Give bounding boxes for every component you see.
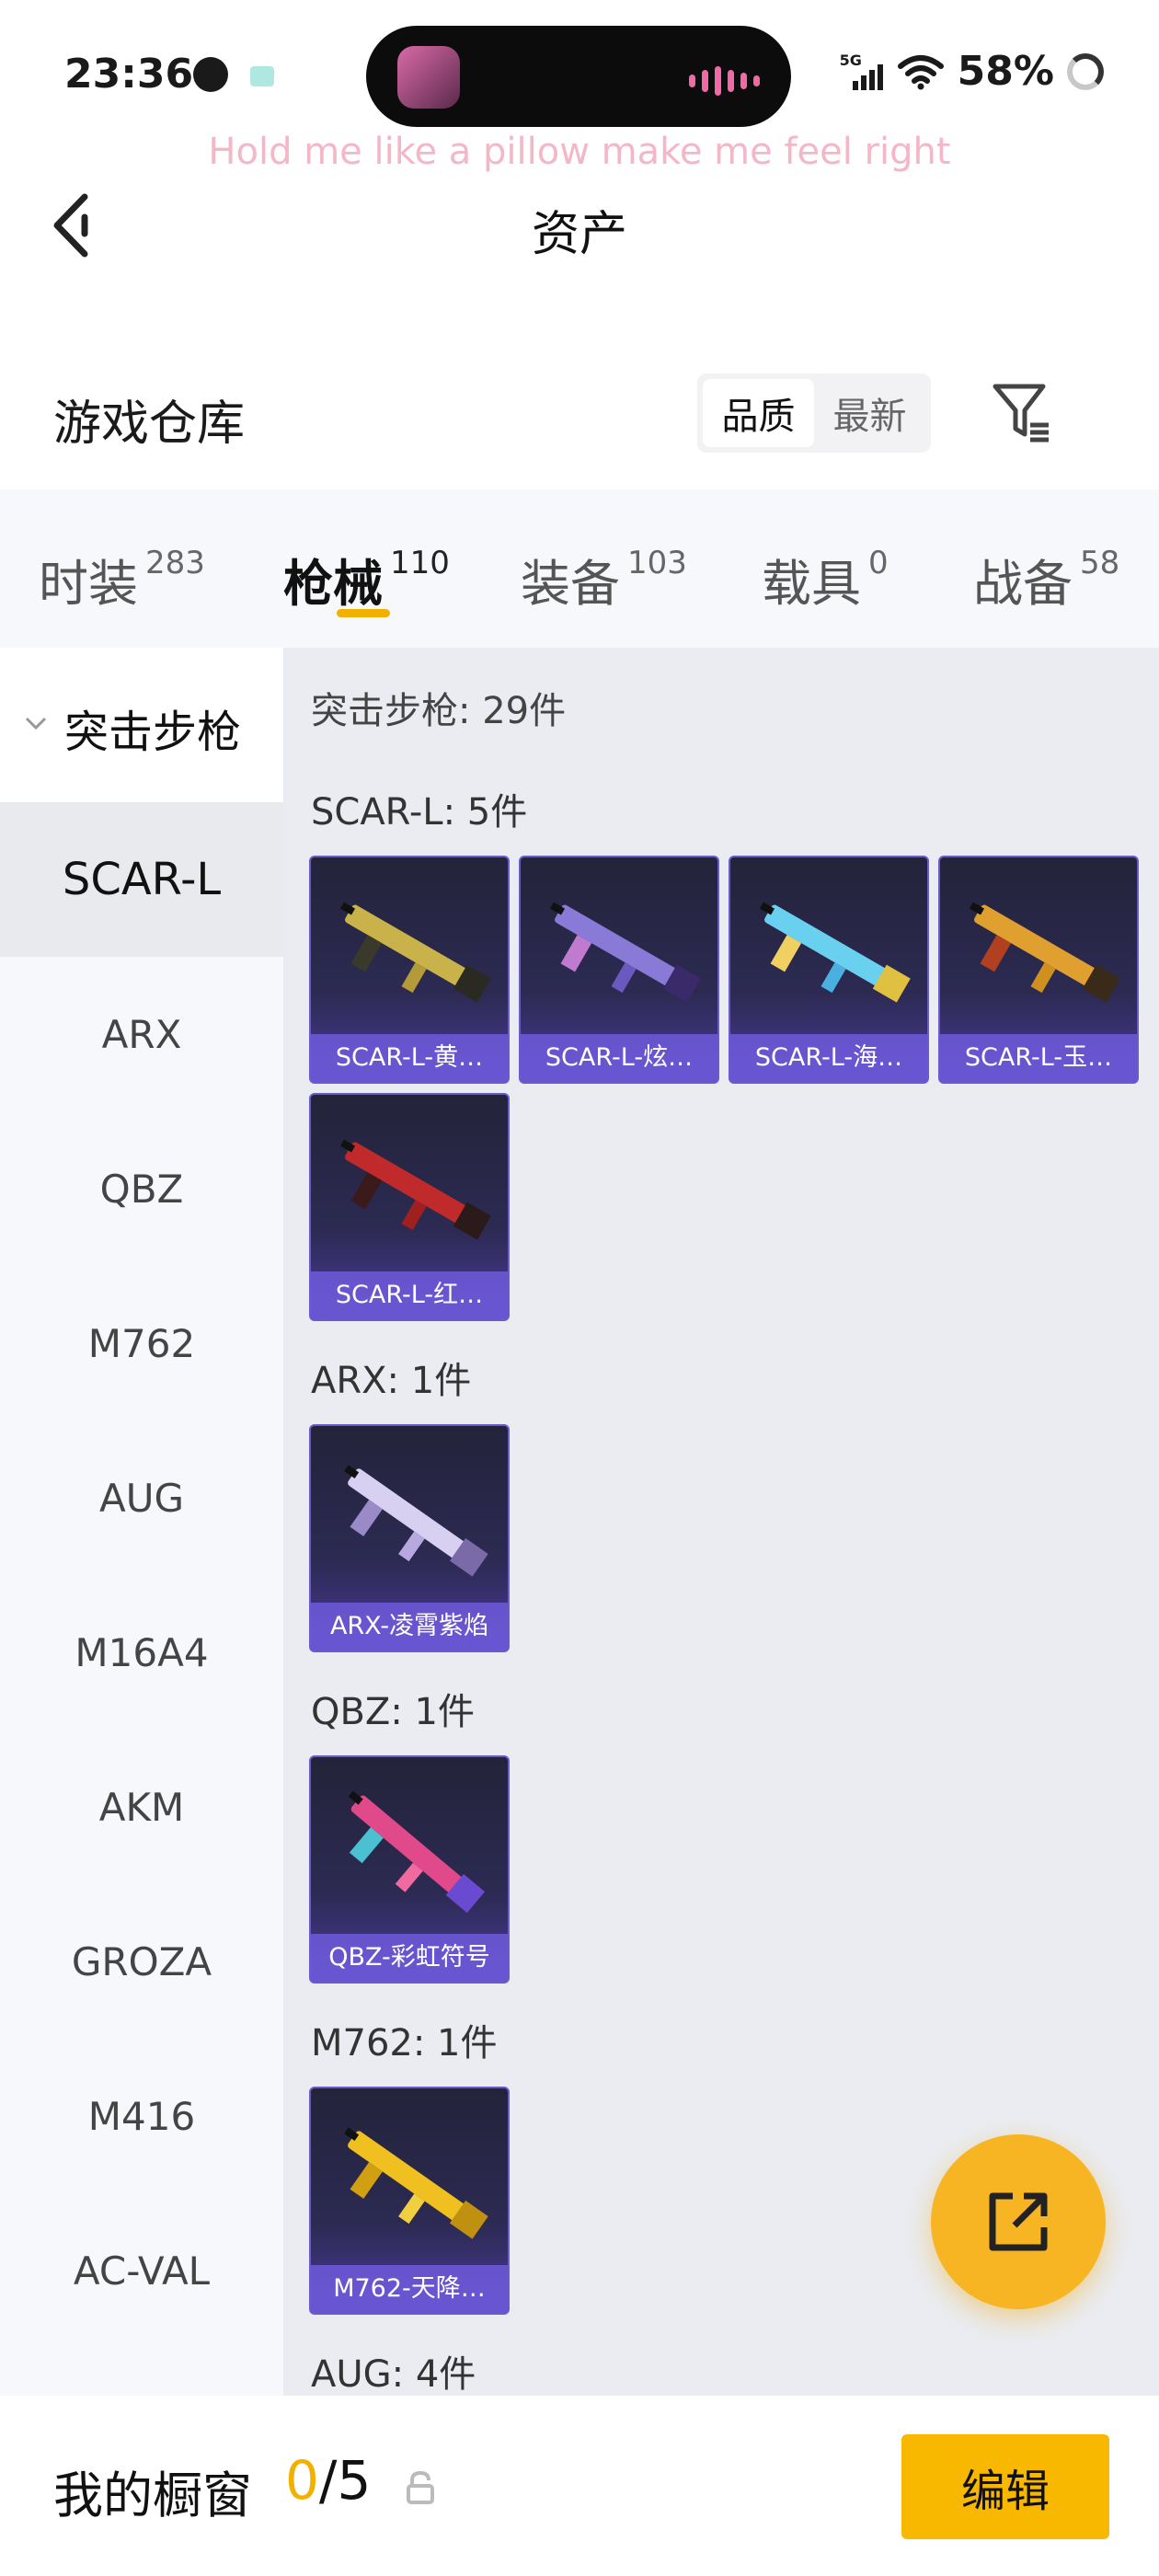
share-button[interactable] xyxy=(931,2134,1106,2309)
sidebar-item-m762[interactable]: M762 xyxy=(0,1266,283,1420)
group-header-arx: ARX: 1件 xyxy=(311,1360,472,1402)
weapon-card[interactable]: QBZ-彩虹符号 xyxy=(309,1755,510,1984)
weapon-card[interactable]: SCAR-L-炫… xyxy=(519,856,719,1084)
weapon-card[interactable]: SCAR-L-海… xyxy=(729,856,929,1084)
sort-toggle: 品质 最新 xyxy=(697,374,931,453)
sidebar-item-ac-val[interactable]: AC-VAL xyxy=(0,2193,283,2348)
group-header-m762: M762: 1件 xyxy=(311,2022,498,2064)
rifle-icon xyxy=(549,902,701,1003)
warehouse-title: 游戏仓库 xyxy=(53,397,246,452)
status-bar: 23:36 5G 58% xyxy=(0,0,1159,147)
showcase-count: 0/5 xyxy=(285,2449,372,2512)
weapon-sidebar: 突击步枪 SCAR-L ARX QBZ M762 AUG M16A4 AKM G… xyxy=(0,648,283,2396)
weapon-card[interactable]: M762-天降… xyxy=(309,2087,510,2315)
audio-wave-icon xyxy=(689,66,760,96)
sort-quality-button[interactable]: 品质 xyxy=(703,379,814,447)
weapon-card[interactable]: SCAR-L-黄… xyxy=(309,856,510,1084)
group-header-aug: AUG: 4件 xyxy=(311,2353,476,2396)
showcase-label: 我的橱窗 xyxy=(53,2467,252,2524)
share-icon xyxy=(989,2192,1048,2251)
sidebar-item-m16a4[interactable]: M16A4 xyxy=(0,1575,283,1730)
sort-newest-button[interactable]: 最新 xyxy=(814,379,925,447)
page-title: 资产 xyxy=(531,207,627,262)
showcase-bar: 我的橱窗 0/5 编辑 xyxy=(0,2396,1159,2576)
sidebar-item-arx[interactable]: ARX xyxy=(0,957,283,1111)
wifi-icon xyxy=(897,54,944,89)
weapon-card[interactable]: SCAR-L-红… xyxy=(309,1093,510,1321)
lyric-banner: Hold me like a pillow make me feel right xyxy=(208,131,951,173)
sidebar-item-aug[interactable]: AUG xyxy=(0,1420,283,1575)
notification-app-icon-2 xyxy=(250,66,274,86)
sidebar-item-m416[interactable]: M416 xyxy=(0,2039,283,2193)
battery-percent: 58% xyxy=(957,48,1054,95)
tab-equipment[interactable]: 装备 103 xyxy=(521,543,687,615)
weapon-card[interactable]: SCAR-L-玉… xyxy=(938,856,1139,1084)
tab-vehicles[interactable]: 载具 0 xyxy=(762,543,889,615)
group-header-scar-l: SCAR-L: 5件 xyxy=(311,791,528,834)
rifle-icon xyxy=(348,1790,485,1914)
tab-guns[interactable]: 枪械 110 xyxy=(283,543,450,615)
rifle-icon xyxy=(339,902,491,1003)
rifle-icon xyxy=(344,2127,488,2239)
tab-supplies[interactable]: 战备 58 xyxy=(973,543,1119,615)
filter-icon[interactable] xyxy=(990,379,1054,445)
lock-icon xyxy=(407,2470,434,2504)
signal-icon: 5G xyxy=(840,52,884,90)
tab-fashion[interactable]: 时装 283 xyxy=(39,543,205,615)
section-header: 突击步枪: 29件 xyxy=(311,690,567,732)
edit-button[interactable]: 编辑 xyxy=(901,2434,1109,2539)
rifle-icon xyxy=(344,1465,488,1577)
sidebar-item-qbz[interactable]: QBZ xyxy=(0,1111,283,1266)
album-art xyxy=(397,46,460,109)
sidebar-item-groza[interactable]: GROZA xyxy=(0,1884,283,2039)
battery-icon xyxy=(1067,52,1104,90)
chevron-down-icon xyxy=(25,717,47,730)
sidebar-category-assault-rifle[interactable]: 突击步枪 xyxy=(0,648,283,802)
group-header-qbz: QBZ: 1件 xyxy=(311,1691,475,1733)
weapon-grid: 突击步枪: 29件 SCAR-L: 5件 SCAR-L-黄… SCAR-L-炫…… xyxy=(283,648,1159,2396)
rifle-icon xyxy=(969,902,1120,1003)
sidebar-item-akm[interactable]: AKM xyxy=(0,1730,283,1884)
rifle-icon xyxy=(759,902,911,1003)
dynamic-island-music[interactable] xyxy=(366,26,791,127)
weapon-card[interactable]: ARX-凌霄紫焰 xyxy=(309,1424,510,1652)
category-tabs: 时装 283 枪械 110 装备 103 载具 0 战备 58 xyxy=(0,489,1159,648)
rifle-icon xyxy=(339,1139,491,1240)
active-tab-indicator xyxy=(337,609,390,617)
notification-app-icon xyxy=(193,57,228,92)
status-time: 23:36 xyxy=(64,51,194,98)
sidebar-item-scar-l[interactable]: SCAR-L xyxy=(0,802,283,957)
